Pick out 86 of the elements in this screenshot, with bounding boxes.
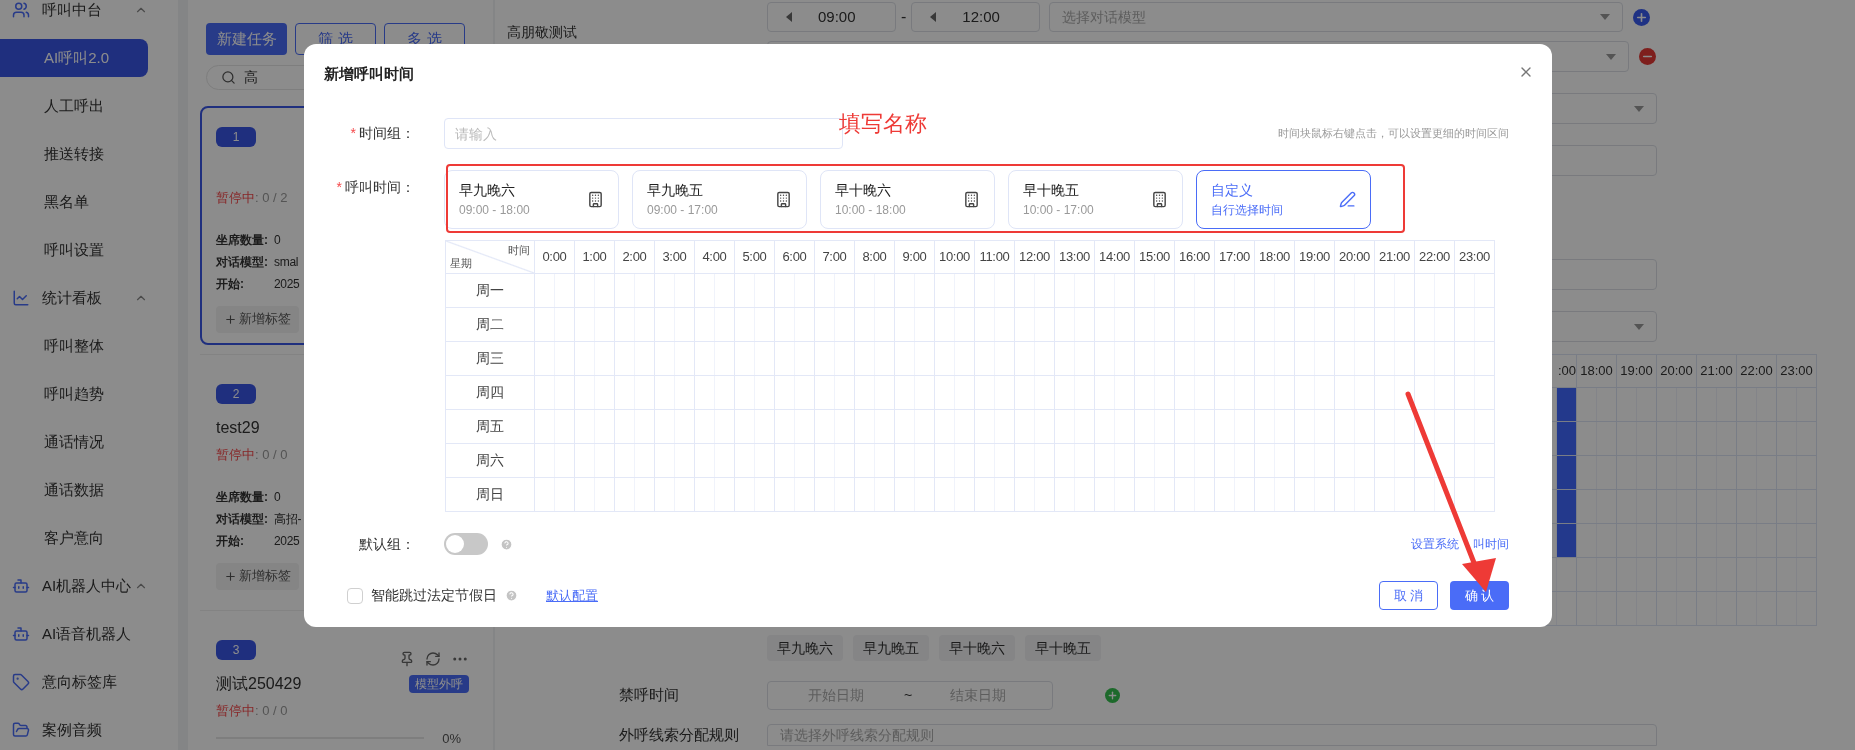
preset-time: 自行选择时间 [1211, 202, 1284, 219]
field-label: 开始: [216, 532, 245, 550]
hour-header: 23:00 [1455, 241, 1495, 274]
hour-header: 20:00 [1657, 355, 1697, 388]
hour-header: 19:00 [1295, 241, 1335, 274]
hour-header: 11:00 [975, 241, 1015, 274]
task-count: : 0 / 0 [255, 701, 288, 720]
required-mark: * [336, 177, 342, 197]
hour-header: 10:00 [935, 241, 975, 274]
preset-name: 早九晚五 [647, 181, 704, 200]
hour-header: 12:00 [1015, 241, 1055, 274]
day-label: 周日 [446, 478, 535, 512]
field-value: smal [274, 253, 299, 271]
day-label: 周二 [446, 308, 535, 342]
dialog-title: 新增呼叫时间 [324, 63, 414, 84]
preset-name: 早十晚五 [1023, 181, 1080, 200]
index-badge: 2 [216, 383, 256, 404]
field-label: 时间组： [359, 124, 415, 143]
index-badge: 3 [216, 639, 256, 660]
task-title: 高朋敬测试 [507, 24, 577, 40]
hour-header: 17:00 [1215, 241, 1255, 274]
hour-header: 21:00 [1375, 241, 1415, 274]
task-name: test29 [216, 417, 260, 438]
hour-header: 19:00 [1617, 355, 1657, 388]
hour-header: 13:00 [1055, 241, 1095, 274]
field-value: 高招- [274, 510, 302, 528]
field-label: 对话模型: [216, 253, 269, 271]
hour-header: 3:00 [655, 241, 695, 274]
hour-header: 23:00 [1777, 355, 1817, 388]
task-count: : 0 / 0 [255, 445, 288, 464]
hour-header: 0:00 [535, 241, 575, 274]
checkbox-label: 智能跳过法定节假日 [371, 586, 497, 605]
field-label: 坐席数量: [216, 231, 269, 249]
hour-header: 18:00 [1577, 355, 1617, 388]
day-label: 周六 [446, 444, 535, 478]
preset-name: 早九晚六 [459, 181, 516, 200]
hour-header: 9:00 [895, 241, 935, 274]
hour-header: 22:00 [1737, 355, 1777, 388]
status-text: 暂停中 [216, 188, 255, 207]
hour-header: 5:00 [735, 241, 775, 274]
hour-header: 14:00 [1095, 241, 1135, 274]
day-label: 周三 [446, 342, 535, 376]
preset-name: 早十晚六 [835, 181, 892, 200]
hour-header: 20:00 [1335, 241, 1375, 274]
hour-header: 8:00 [855, 241, 895, 274]
corner-label: 时间 [508, 243, 530, 258]
field-label: 开始: [216, 275, 245, 293]
required-mark: * [350, 124, 356, 143]
range-separator: - [901, 7, 907, 27]
hour-header: 2:00 [615, 241, 655, 274]
hour-header: 6:00 [775, 241, 815, 274]
preset-time: 09:00 - 17:00 [647, 202, 719, 219]
field-label: 呼叫时间： [345, 177, 415, 197]
status-text: 暂停中 [216, 701, 255, 720]
day-label: 周一 [446, 274, 535, 308]
index-badge: 1 [216, 126, 256, 147]
field-value: 2025 [274, 532, 300, 550]
day-label: 周五 [446, 410, 535, 444]
hour-header: 15:00 [1135, 241, 1175, 274]
corner-label: 星期 [450, 255, 472, 271]
hour-header: 18:00 [1255, 241, 1295, 274]
hour-header: 1:00 [575, 241, 615, 274]
hour-header: 7:00 [815, 241, 855, 274]
field-label: 默认组： [358, 534, 415, 554]
status-text: 暂停中 [216, 445, 255, 464]
field-value: 0 [274, 488, 281, 506]
field-value: 2025 [274, 275, 300, 293]
field-label: 外呼线索分配规则 [619, 724, 740, 745]
field-label: 坐席数量: [216, 488, 269, 506]
hour-header: 22:00 [1415, 241, 1455, 274]
preset-time: 10:00 - 18:00 [835, 202, 907, 219]
hour-header: 4:00 [695, 241, 735, 274]
preset-time: 10:00 - 17:00 [1023, 202, 1095, 219]
task-name: 测试250429 [216, 673, 302, 694]
hour-header: 21:00 [1697, 355, 1737, 388]
field-label: 禁呼时间 [619, 685, 680, 706]
day-label: 周四 [446, 376, 535, 410]
progress-text: 0% [442, 729, 461, 748]
hour-header: 16:00 [1175, 241, 1215, 274]
field-label: 对话模型: [216, 510, 269, 528]
preset-name: 自定义 [1211, 181, 1254, 200]
hint-text: 时间块鼠标右键点击，可以设置更细的时间区间 [1278, 126, 1509, 142]
field-value: 0 [274, 231, 281, 249]
task-tag: 模型外呼 [409, 674, 469, 693]
preset-time: 09:00 - 18:00 [459, 202, 531, 219]
task-count: : 0 / 2 [255, 188, 288, 207]
